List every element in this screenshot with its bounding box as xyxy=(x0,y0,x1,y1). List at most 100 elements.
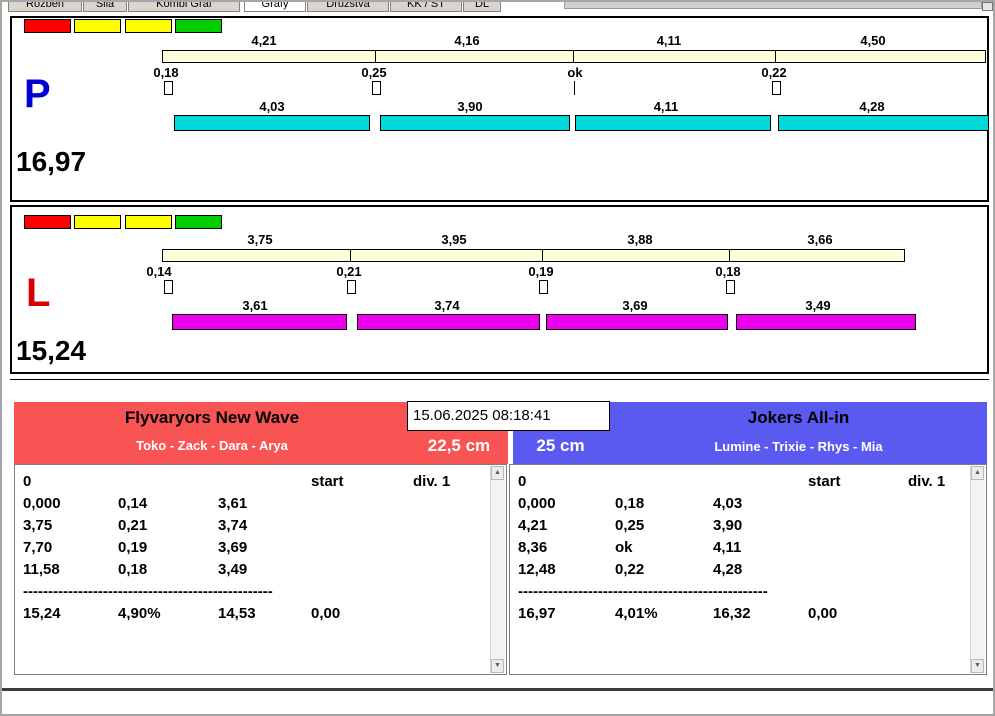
top-hscrollbar-track[interactable] xyxy=(564,2,982,9)
gap-p-4: 0,22 xyxy=(761,65,787,80)
split-bottom-l-4: 3,49 xyxy=(805,298,831,313)
split-bottom-p-4: 4,28 xyxy=(859,99,885,114)
team-left-members: Toko - Zack - Dara - Arya xyxy=(136,438,288,453)
cell: 3,49 xyxy=(218,561,248,578)
cell: 0,18 xyxy=(118,561,148,578)
total-start: 0,00 xyxy=(311,605,341,622)
team-left-handicap: 22,5 cm xyxy=(427,436,491,455)
team-left-name: Flyvaryors New Wave xyxy=(124,408,300,427)
cell: 4,28 xyxy=(713,561,743,578)
scroll-down-icon[interactable]: ▼ xyxy=(491,659,504,673)
tab-grafy[interactable]: Grafy xyxy=(244,2,306,12)
total-percent: 4,90% xyxy=(118,605,161,622)
app-window: Rozbeh Sila Kombi Graf Grafy Družstva KK… xyxy=(0,0,995,716)
light-red-icon xyxy=(24,215,71,229)
tab-kk-st[interactable]: KK / ST xyxy=(390,2,462,12)
scroll-up-icon[interactable]: ▲ xyxy=(971,466,984,480)
team-right-name: Jokers All-in xyxy=(747,408,850,427)
gap-p-2: 0,25 xyxy=(361,65,387,80)
total-time: 15,24 xyxy=(23,605,61,622)
scroll-down-icon[interactable]: ▼ xyxy=(971,659,984,673)
split-top-l-1: 3,75 xyxy=(247,232,273,247)
leg-bar-l-2 xyxy=(357,314,540,330)
table-left-scrollbar[interactable]: ▲ ▼ xyxy=(490,466,505,673)
exchange-marker-p-1 xyxy=(164,81,173,95)
leg-bar-p-1 xyxy=(174,115,370,131)
bar-divider xyxy=(775,51,776,62)
cell: 0,22 xyxy=(615,561,645,578)
tab-kombi-graf[interactable]: Kombi Graf xyxy=(128,2,240,12)
cell: 0,19 xyxy=(118,539,148,556)
cell-start-header: start xyxy=(311,473,344,490)
cell: 0,000 xyxy=(23,495,61,512)
lane-total-p: 16,97 xyxy=(16,146,87,177)
total-time-bar-l xyxy=(162,249,905,262)
exchange-marker-l-3 xyxy=(539,280,548,294)
cell: 3,75 xyxy=(23,517,53,534)
exchange-marker-p-2 xyxy=(372,81,381,95)
split-top-l-2: 3,95 xyxy=(441,232,467,247)
cell: 0,18 xyxy=(615,495,645,512)
total-net: 16,32 xyxy=(713,605,751,622)
cell: 8,36 xyxy=(518,539,548,556)
gap-l-2: 0,21 xyxy=(336,264,362,279)
start-lights-p xyxy=(24,19,223,37)
light-green-icon xyxy=(175,19,223,33)
bar-divider xyxy=(542,250,543,261)
cell: 4,03 xyxy=(713,495,743,512)
split-top-p-4: 4,50 xyxy=(860,33,886,48)
cell-div-header: div. 1 xyxy=(908,473,946,490)
gap-l-3: 0,19 xyxy=(528,264,554,279)
ok-tick-p xyxy=(574,81,575,95)
cell: 11,58 xyxy=(23,561,60,578)
exchange-marker-l-4 xyxy=(726,280,735,294)
cell: 3,74 xyxy=(218,517,248,534)
light-yellow2-icon xyxy=(124,215,172,229)
tab-sila[interactable]: Sila xyxy=(83,2,127,12)
total-time: 16,97 xyxy=(518,605,556,622)
leg-bar-l-4 xyxy=(736,314,916,330)
lane-l-panel: 3,75 3,95 3,88 3,66 0,14 0,21 0,19 0,18 … xyxy=(10,205,989,374)
lane-letter-p: P xyxy=(24,72,51,116)
table-right-scrollbar[interactable]: ▲ ▼ xyxy=(970,466,985,673)
split-top-l-3: 3,88 xyxy=(627,232,653,247)
separator-line xyxy=(10,379,989,380)
tab-dl[interactable]: DL xyxy=(463,2,501,12)
cell: 12,48 xyxy=(518,561,556,578)
tab-druzstva[interactable]: Družstva xyxy=(307,2,389,12)
cell: 0,000 xyxy=(518,495,556,512)
lane-p-panel: 4,21 4,16 4,11 4,50 0,18 0,25 ok 0,22 P … xyxy=(10,16,989,202)
cell: 3,90 xyxy=(713,517,743,534)
datetime-box: 15.06.2025 08:18:41 xyxy=(407,401,610,431)
cell: 0,25 xyxy=(615,517,645,534)
cell: 3,61 xyxy=(218,495,248,512)
split-bottom-l-2: 3,74 xyxy=(434,298,460,313)
split-top-p-3: 4,11 xyxy=(656,33,682,48)
lane-total-l: 15,24 xyxy=(16,335,87,366)
split-top-p-2: 4,16 xyxy=(454,33,480,48)
light-green-icon xyxy=(175,215,223,229)
split-bottom-p-1: 4,03 xyxy=(259,99,285,114)
cell: ok xyxy=(615,539,633,556)
top-hscrollbar-button[interactable] xyxy=(982,2,993,11)
bar-divider xyxy=(573,51,574,62)
exchange-marker-l-1 xyxy=(164,280,173,294)
bar-divider xyxy=(375,51,376,62)
exchange-marker-p-4 xyxy=(772,81,781,95)
total-net: 14,53 xyxy=(218,605,256,622)
leg-bar-p-3 xyxy=(575,115,771,131)
gap-l-4: 0,18 xyxy=(715,264,741,279)
cell: 0 xyxy=(518,473,527,490)
exchange-marker-l-2 xyxy=(347,280,356,294)
gap-l-1: 0,14 xyxy=(146,264,172,279)
team-right-members: Lumine - Trixie - Rhys - Mia xyxy=(714,439,883,454)
split-bottom-p-3: 4,11 xyxy=(653,99,679,114)
cell: 0,14 xyxy=(118,495,148,512)
leg-bar-p-2 xyxy=(380,115,570,131)
start-lights-l xyxy=(24,215,223,233)
bar-divider xyxy=(729,250,730,261)
split-top-l-4: 3,66 xyxy=(807,232,833,247)
tab-rozbeh[interactable]: Rozbeh xyxy=(8,2,82,12)
cell: 3,69 xyxy=(218,539,248,556)
scroll-up-icon[interactable]: ▲ xyxy=(491,466,504,480)
